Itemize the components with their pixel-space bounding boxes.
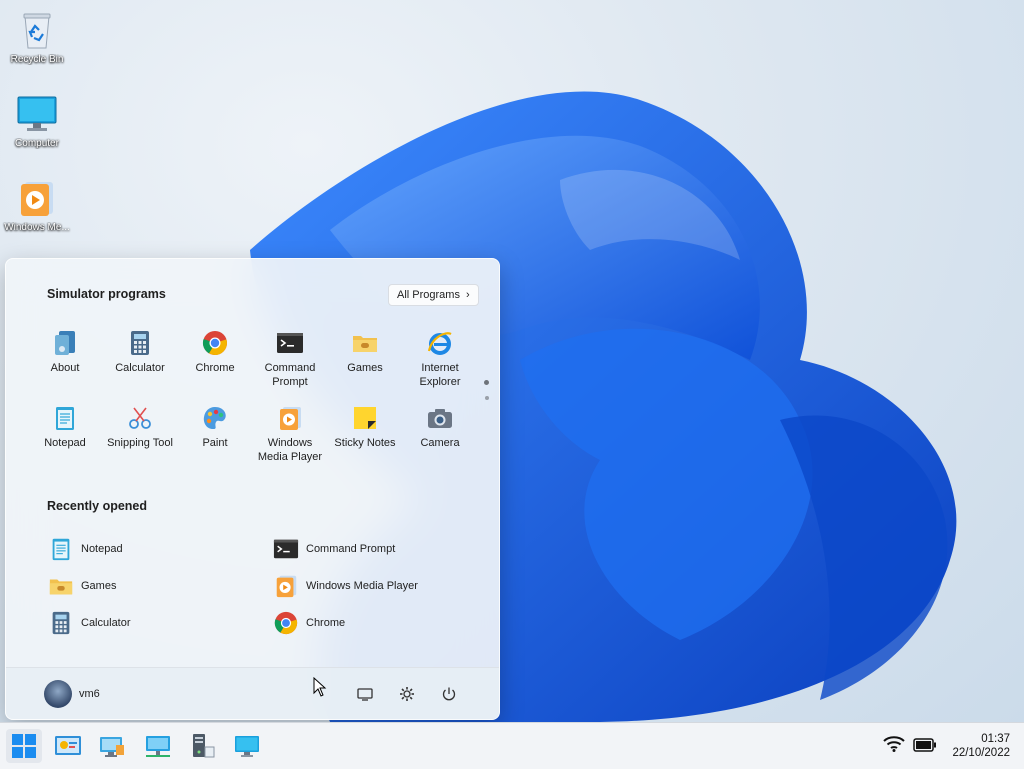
display-icon[interactable] (356, 685, 374, 703)
recent-item-calculator[interactable]: Calculator (48, 608, 131, 638)
sticky-note-icon (354, 407, 376, 429)
app-label: Paint (202, 437, 228, 449)
page-indicator-dot[interactable] (484, 396, 489, 400)
start-button[interactable] (6, 729, 42, 763)
clock-date: 22/10/2022 (952, 747, 1010, 759)
desktop-icon-label: Recycle Bin (10, 54, 64, 65)
app-label: Command Prompt (264, 362, 316, 388)
desktop-icon-computer[interactable]: Computer (0, 92, 74, 149)
app-label: Snipping Tool (107, 437, 173, 449)
pinned-app-chrome[interactable]: Chrome (179, 329, 251, 375)
chevron-right-icon: › (465, 289, 470, 301)
clock-time: 01:37 (981, 733, 1010, 745)
pinned-app-calculator[interactable]: Calculator (104, 329, 176, 375)
start-menu: Simulator programs All Programs › About C… (5, 258, 500, 720)
desktop-icon-recycle-bin[interactable]: Recycle Bin (0, 8, 74, 65)
wifi-icon[interactable] (883, 735, 905, 753)
app-label: Sticky Notes (334, 437, 396, 449)
app-label: Camera (420, 437, 460, 449)
taskbar-network[interactable] (140, 729, 176, 763)
mouse-cursor-icon (313, 677, 327, 697)
pinned-app-sticky-notes[interactable]: Sticky Notes (329, 404, 401, 450)
app-label: Chrome (195, 362, 235, 374)
page-indicator-dot-active[interactable] (484, 380, 489, 385)
all-programs-label: All Programs (397, 289, 460, 301)
power-icon[interactable] (440, 685, 458, 703)
pinned-app-games[interactable]: Games (329, 329, 401, 375)
display-settings-icon (100, 737, 124, 757)
scissors-icon (129, 407, 151, 429)
recent-item-label: Games (81, 580, 117, 592)
app-label: Games (347, 362, 383, 374)
user-name[interactable]: vm6 (79, 688, 100, 700)
pinned-app-paint[interactable]: Paint (179, 404, 251, 450)
desktop-icon-label: Windows Me... (4, 222, 70, 233)
recycle-bin-icon (23, 13, 51, 49)
pinned-app-about[interactable]: About (29, 329, 101, 375)
taskbar: 01:37 22/10/2022 (0, 722, 1024, 769)
pinned-app-command-prompt[interactable]: Command Prompt (254, 329, 326, 389)
internet-explorer-icon (427, 332, 452, 355)
start-icon (12, 734, 36, 758)
recent-item-label: Calculator (81, 617, 131, 629)
media-player-icon (21, 182, 53, 216)
taskbar-computer[interactable] (184, 729, 220, 763)
network-icon (146, 736, 170, 757)
notepad-icon (56, 407, 74, 430)
calculator-icon (52, 611, 70, 635)
notepad-icon (52, 538, 70, 561)
taskbar-display-settings[interactable] (94, 729, 130, 763)
recent-item-chrome[interactable]: Chrome (273, 608, 345, 638)
app-label: About (50, 362, 80, 374)
pinned-app-snipping-tool[interactable]: Snipping Tool (104, 404, 176, 450)
terminal-icon (273, 539, 299, 559)
recent-item-label: Command Prompt (306, 543, 396, 555)
all-programs-button[interactable]: All Programs › (388, 284, 479, 306)
gear-icon[interactable] (398, 685, 416, 703)
desktop-icon-windows-media-player[interactable]: Windows Me... (0, 176, 74, 233)
app-label: Calculator (115, 362, 165, 374)
chrome-icon (202, 331, 227, 355)
recent-item-command-prompt[interactable]: Command Prompt (273, 534, 395, 564)
pinned-app-notepad[interactable]: Notepad (29, 404, 101, 450)
recent-section-title: Recently opened (47, 499, 148, 513)
about-icon (55, 331, 75, 355)
terminal-icon (277, 333, 303, 353)
recent-item-games[interactable]: Games (48, 571, 116, 601)
monitor-icon (235, 736, 259, 757)
pinned-app-camera[interactable]: Camera (404, 404, 476, 450)
app-label: Windows Media Player (257, 437, 323, 463)
taskbar-computer-monitor[interactable] (229, 729, 265, 763)
desktop-icon-label: Computer (15, 138, 59, 149)
pinned-section-title: Simulator programs (47, 287, 166, 301)
app-label: Notepad (44, 437, 86, 449)
recent-item-notepad[interactable]: Notepad (48, 534, 123, 564)
recent-item-label: Notepad (81, 543, 123, 555)
games-folder-icon (49, 579, 73, 595)
paint-palette-icon (203, 407, 226, 429)
camera-icon (428, 409, 452, 428)
taskbar-control-panel[interactable] (50, 729, 86, 763)
media-player-icon (276, 575, 297, 598)
taskbar-clock[interactable]: 01:37 22/10/2022 (952, 732, 1010, 760)
control-panel-icon (55, 736, 81, 755)
start-menu-footer: vm6 (6, 667, 499, 719)
pinned-app-internet-explorer[interactable]: Internet Explorer (404, 329, 476, 389)
media-player-icon (280, 407, 301, 430)
pinned-app-windows-media-player[interactable]: Windows Media Player (254, 404, 326, 464)
monitor-icon (17, 96, 57, 131)
recent-item-windows-media-player[interactable]: Windows Media Player (273, 571, 418, 601)
chrome-icon (274, 611, 298, 635)
battery-icon[interactable] (913, 738, 937, 752)
calculator-icon (131, 331, 149, 355)
avatar[interactable] (44, 680, 72, 708)
recent-item-label: Windows Media Player (306, 580, 418, 592)
games-folder-icon (353, 336, 377, 352)
computer-tower-icon (193, 734, 215, 758)
app-label: Internet Explorer (419, 362, 461, 388)
recent-item-label: Chrome (306, 617, 346, 629)
